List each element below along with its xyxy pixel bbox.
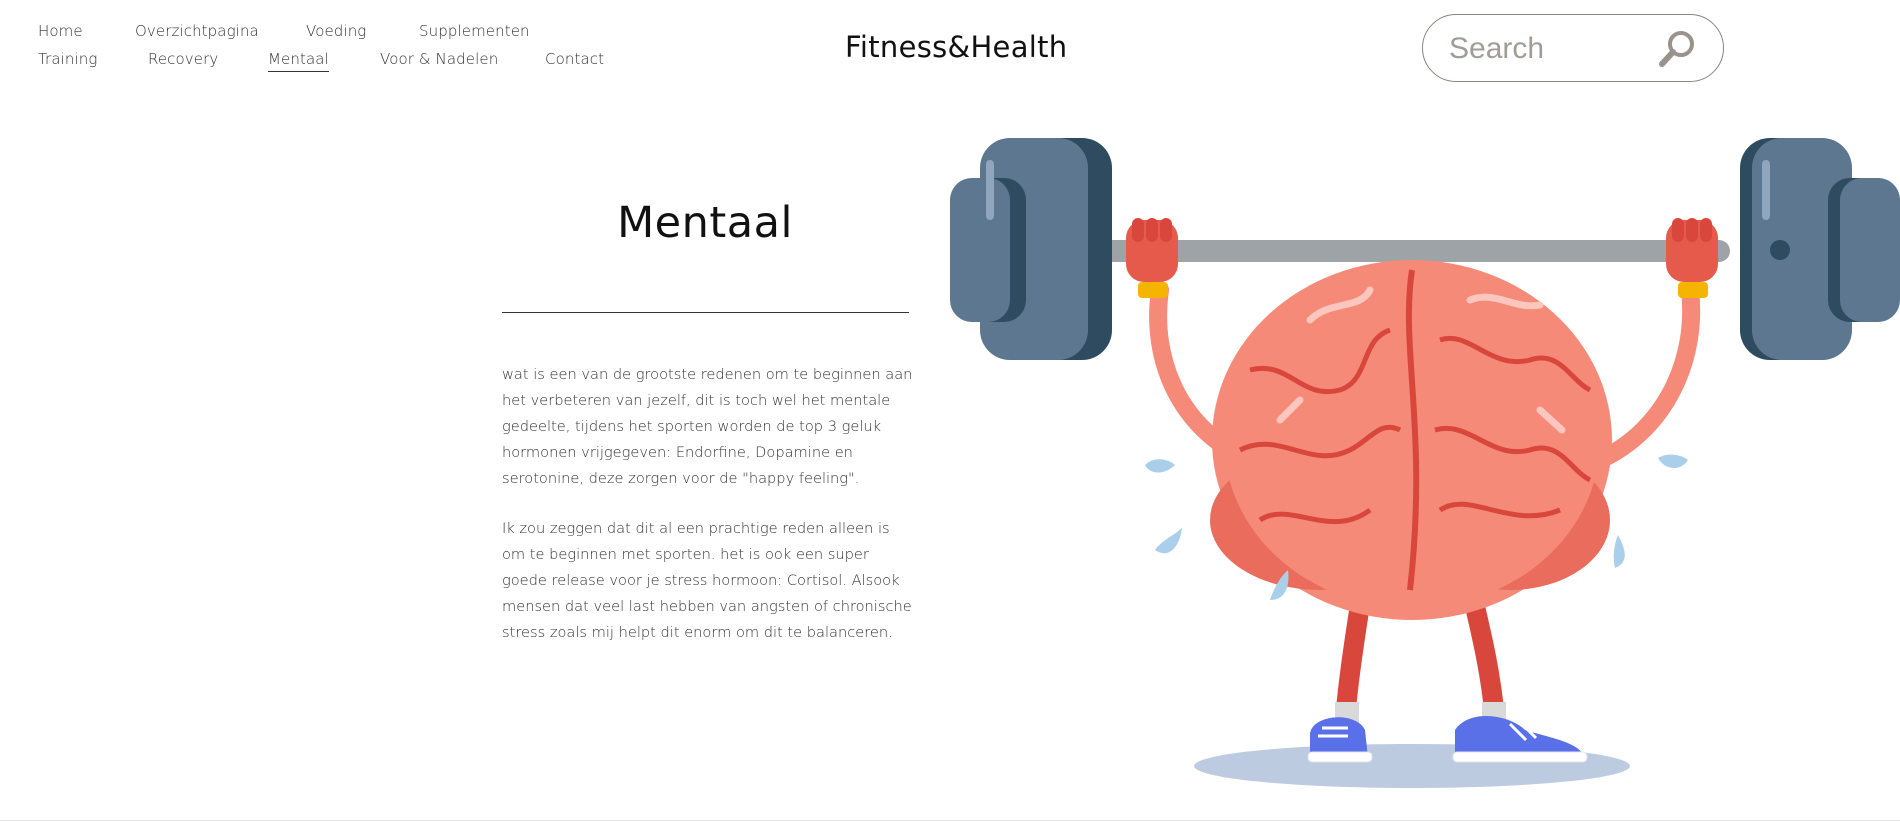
nav-link-recovery[interactable]: Recovery: [148, 50, 218, 68]
nav-link-supplementen[interactable]: Supplementen: [419, 22, 530, 40]
nav-link-voeding[interactable]: Voeding: [306, 22, 366, 40]
left-shoe: [1307, 717, 1373, 763]
left-weight-plate: [950, 138, 1112, 360]
left-wristband: [1138, 282, 1168, 298]
right-hand: [1666, 218, 1718, 282]
nav-link-overzichtpagina[interactable]: Overzichtpagina: [135, 22, 259, 40]
right-shoe: [1452, 716, 1588, 763]
site-logo[interactable]: Fitness&Health: [845, 30, 1067, 64]
nav-link-voor-nadelen[interactable]: Voor & Nadelen: [380, 50, 498, 68]
right-arm: [1591, 281, 1701, 469]
nav-link-mentaal[interactable]: Mentaal: [268, 50, 329, 72]
nav-link-training[interactable]: Training: [38, 50, 97, 68]
page-title: Mentaal: [617, 198, 793, 248]
main-nav: Home Overzichtpagina Voeding Supplemente…: [38, 22, 678, 82]
paragraph: wat is een van de grootste redenen om te…: [502, 366, 913, 487]
search-input[interactable]: [1447, 27, 1671, 71]
brain: [1210, 260, 1612, 620]
title-divider: [502, 312, 909, 313]
brain-lifting-illustration: [950, 130, 1900, 800]
search-box: [1422, 14, 1724, 82]
footer-divider: [0, 820, 1900, 821]
nav-link-home[interactable]: Home: [38, 22, 83, 40]
right-wristband: [1678, 282, 1708, 298]
left-hand: [1126, 218, 1178, 282]
barbell-bar: [1090, 240, 1730, 262]
article-body: wat is een van de grootste redenen om te…: [502, 362, 914, 670]
paragraph: Ik zou zeggen dat dit al een prachtige r…: [502, 520, 912, 641]
search-icon[interactable]: [1657, 29, 1697, 69]
nav-link-contact[interactable]: Contact: [545, 50, 604, 68]
right-weight-plate: [1740, 138, 1900, 360]
